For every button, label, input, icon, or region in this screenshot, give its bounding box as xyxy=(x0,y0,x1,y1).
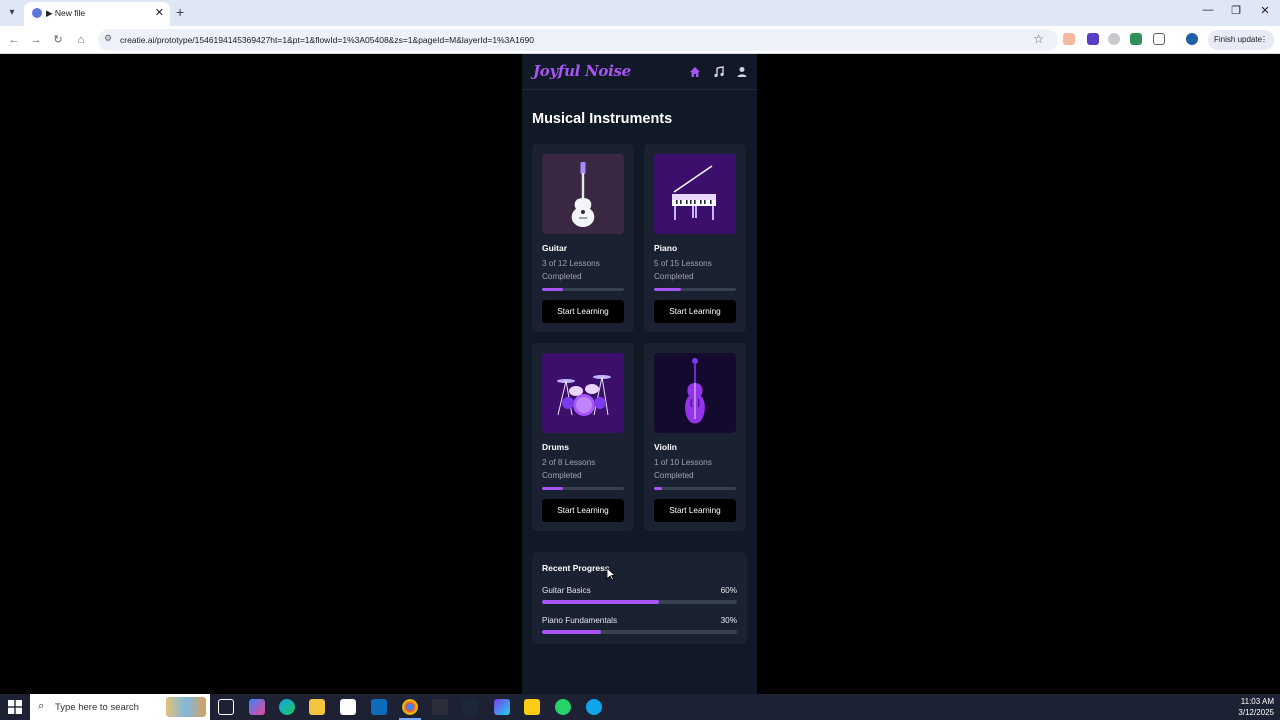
search-highlight-image xyxy=(166,697,206,717)
copilot-icon[interactable] xyxy=(249,699,265,715)
course-percent: 30% xyxy=(720,616,737,625)
page-title: Musical Instruments xyxy=(532,111,673,127)
card-title: Violin xyxy=(654,442,677,452)
course-progress-fill xyxy=(542,630,601,634)
progress-fill xyxy=(654,487,663,490)
recent-progress-item: Guitar Basics 60% xyxy=(542,586,737,606)
reload-icon[interactable]: ↻ xyxy=(50,32,66,48)
instrument-card-drums: Drums 2 of 8 Lessons Completed Start Lea… xyxy=(532,343,634,531)
guitar-image xyxy=(542,154,624,234)
edge-icon[interactable] xyxy=(279,699,295,715)
start-learning-button[interactable]: Start Learning xyxy=(542,499,624,522)
logo[interactable]: Joyful Noise xyxy=(533,62,631,80)
instrument-card-piano: Piano 5 of 15 Lessons Completed Start Le… xyxy=(644,144,746,332)
progress-bar xyxy=(542,288,624,291)
clock-time: 11:03 AM xyxy=(1240,697,1274,706)
steam-icon[interactable] xyxy=(462,699,478,715)
store-icon[interactable] xyxy=(340,699,356,715)
instrument-card-guitar: Guitar 3 of 12 Lessons Completed Start L… xyxy=(532,144,634,332)
browser-tab-bar: ▾ ▶ New file ✕ + — ❐ ✕ xyxy=(0,0,1280,26)
extension-icon[interactable] xyxy=(1108,33,1120,45)
bookmark-star-icon[interactable]: ☆ xyxy=(1033,32,1044,46)
tab-favicon-icon xyxy=(32,8,42,18)
course-progress-bar xyxy=(542,630,737,634)
course-name: Piano Fundamentals xyxy=(542,616,618,625)
taskbar: ⌕ Type here to search 11:03 AM 3/12/2025 xyxy=(0,694,1280,720)
search-icon: ⌕ xyxy=(38,700,45,712)
progress-bar xyxy=(542,487,624,490)
tab-close-icon[interactable]: ✕ xyxy=(155,6,164,19)
piano-image xyxy=(654,154,736,234)
start-learning-button[interactable]: Start Learning xyxy=(542,300,624,323)
tab-title: ▶ New file xyxy=(46,8,86,18)
minimize-icon[interactable]: — xyxy=(1194,4,1222,16)
progress-fill xyxy=(542,487,563,490)
progress-bar xyxy=(654,288,736,291)
site-info-icon[interactable]: ⚙ xyxy=(104,33,112,44)
course-name: Guitar Basics xyxy=(542,586,591,595)
skype-icon[interactable] xyxy=(586,699,602,715)
progress-bar xyxy=(654,487,736,490)
card-title: Guitar xyxy=(542,243,568,253)
instrument-card-violin: Violin 1 of 10 Lessons Completed Start L… xyxy=(644,343,746,531)
course-percent: 60% xyxy=(720,586,737,595)
app-header: Joyful Noise xyxy=(522,54,757,90)
close-window-icon[interactable]: ✕ xyxy=(1251,4,1279,17)
home-icon[interactable] xyxy=(689,66,701,78)
sticky-notes-icon[interactable] xyxy=(524,699,540,715)
drums-image xyxy=(542,353,624,433)
progress-fill xyxy=(654,288,682,291)
address-bar[interactable]: ⚙ creatie.ai/prototype/1546194145369427h… xyxy=(98,29,1058,51)
mouse-cursor-icon xyxy=(606,567,616,581)
finish-update-label: Finish update xyxy=(1214,35,1263,44)
recent-progress-item: Piano Fundamentals 30% xyxy=(542,616,737,636)
app-icon[interactable] xyxy=(494,699,510,715)
extensions-puzzle-icon[interactable] xyxy=(1153,33,1165,45)
violin-image xyxy=(654,353,736,433)
music-note-icon[interactable] xyxy=(713,66,725,78)
browser-tab[interactable]: ▶ New file ✕ xyxy=(24,2,170,26)
task-view-icon[interactable] xyxy=(218,699,234,715)
app-viewport: Joyful Noise Musical Instruments Guitar … xyxy=(522,54,757,694)
clock-date: 3/12/2025 xyxy=(1238,708,1274,717)
forward-icon[interactable]: → xyxy=(28,32,44,48)
lessons-count: 5 of 15 Lessons Completed xyxy=(654,259,712,281)
card-title: Piano xyxy=(654,243,678,253)
lessons-count: 2 of 8 Lessons Completed xyxy=(542,458,596,480)
restore-icon[interactable]: ❐ xyxy=(1222,4,1250,17)
card-title: Drums xyxy=(542,442,569,452)
start-learning-button[interactable]: Start Learning xyxy=(654,300,736,323)
extension-icon[interactable] xyxy=(1087,33,1099,45)
tab-search-icon[interactable]: ▾ xyxy=(4,5,20,21)
start-learning-button[interactable]: Start Learning xyxy=(654,499,736,522)
user-icon[interactable] xyxy=(736,66,748,78)
course-progress-bar xyxy=(542,600,737,604)
home-icon[interactable]: ⌂ xyxy=(73,32,89,48)
progress-fill xyxy=(542,288,563,291)
browser-toolbar: ← → ↻ ⌂ ⚙ creatie.ai/prototype/154619414… xyxy=(0,26,1280,54)
url-text[interactable]: creatie.ai/prototype/1546194145369427ht=… xyxy=(120,35,534,45)
chrome-icon[interactable] xyxy=(402,699,418,715)
outlook-icon[interactable] xyxy=(371,699,387,715)
davinci-icon[interactable] xyxy=(432,699,448,715)
whatsapp-icon[interactable] xyxy=(555,699,571,715)
course-progress-fill xyxy=(542,600,659,604)
extension-icon[interactable] xyxy=(1130,33,1142,45)
taskbar-search-input[interactable]: ⌕ Type here to search xyxy=(30,694,210,720)
finish-update-button[interactable]: Finish update ⋮ xyxy=(1208,30,1274,50)
more-menu-icon[interactable]: ⋮ xyxy=(1260,30,1268,50)
search-placeholder: Type here to search xyxy=(55,702,139,713)
recent-progress-title: Recent Progress xyxy=(542,563,610,573)
file-explorer-icon[interactable] xyxy=(309,699,325,715)
lessons-count: 3 of 12 Lessons Completed xyxy=(542,259,600,281)
lessons-count: 1 of 10 Lessons Completed xyxy=(654,458,712,480)
extension-icon[interactable] xyxy=(1063,33,1075,45)
recent-progress-panel: Recent Progress Guitar Basics 60% Piano … xyxy=(532,552,747,644)
back-icon[interactable]: ← xyxy=(6,32,22,48)
new-tab-icon[interactable]: + xyxy=(176,4,184,20)
profile-avatar[interactable] xyxy=(1186,33,1198,45)
windows-start-icon[interactable] xyxy=(8,700,22,714)
system-clock[interactable]: 11:03 AM 3/12/2025 xyxy=(1238,696,1274,718)
